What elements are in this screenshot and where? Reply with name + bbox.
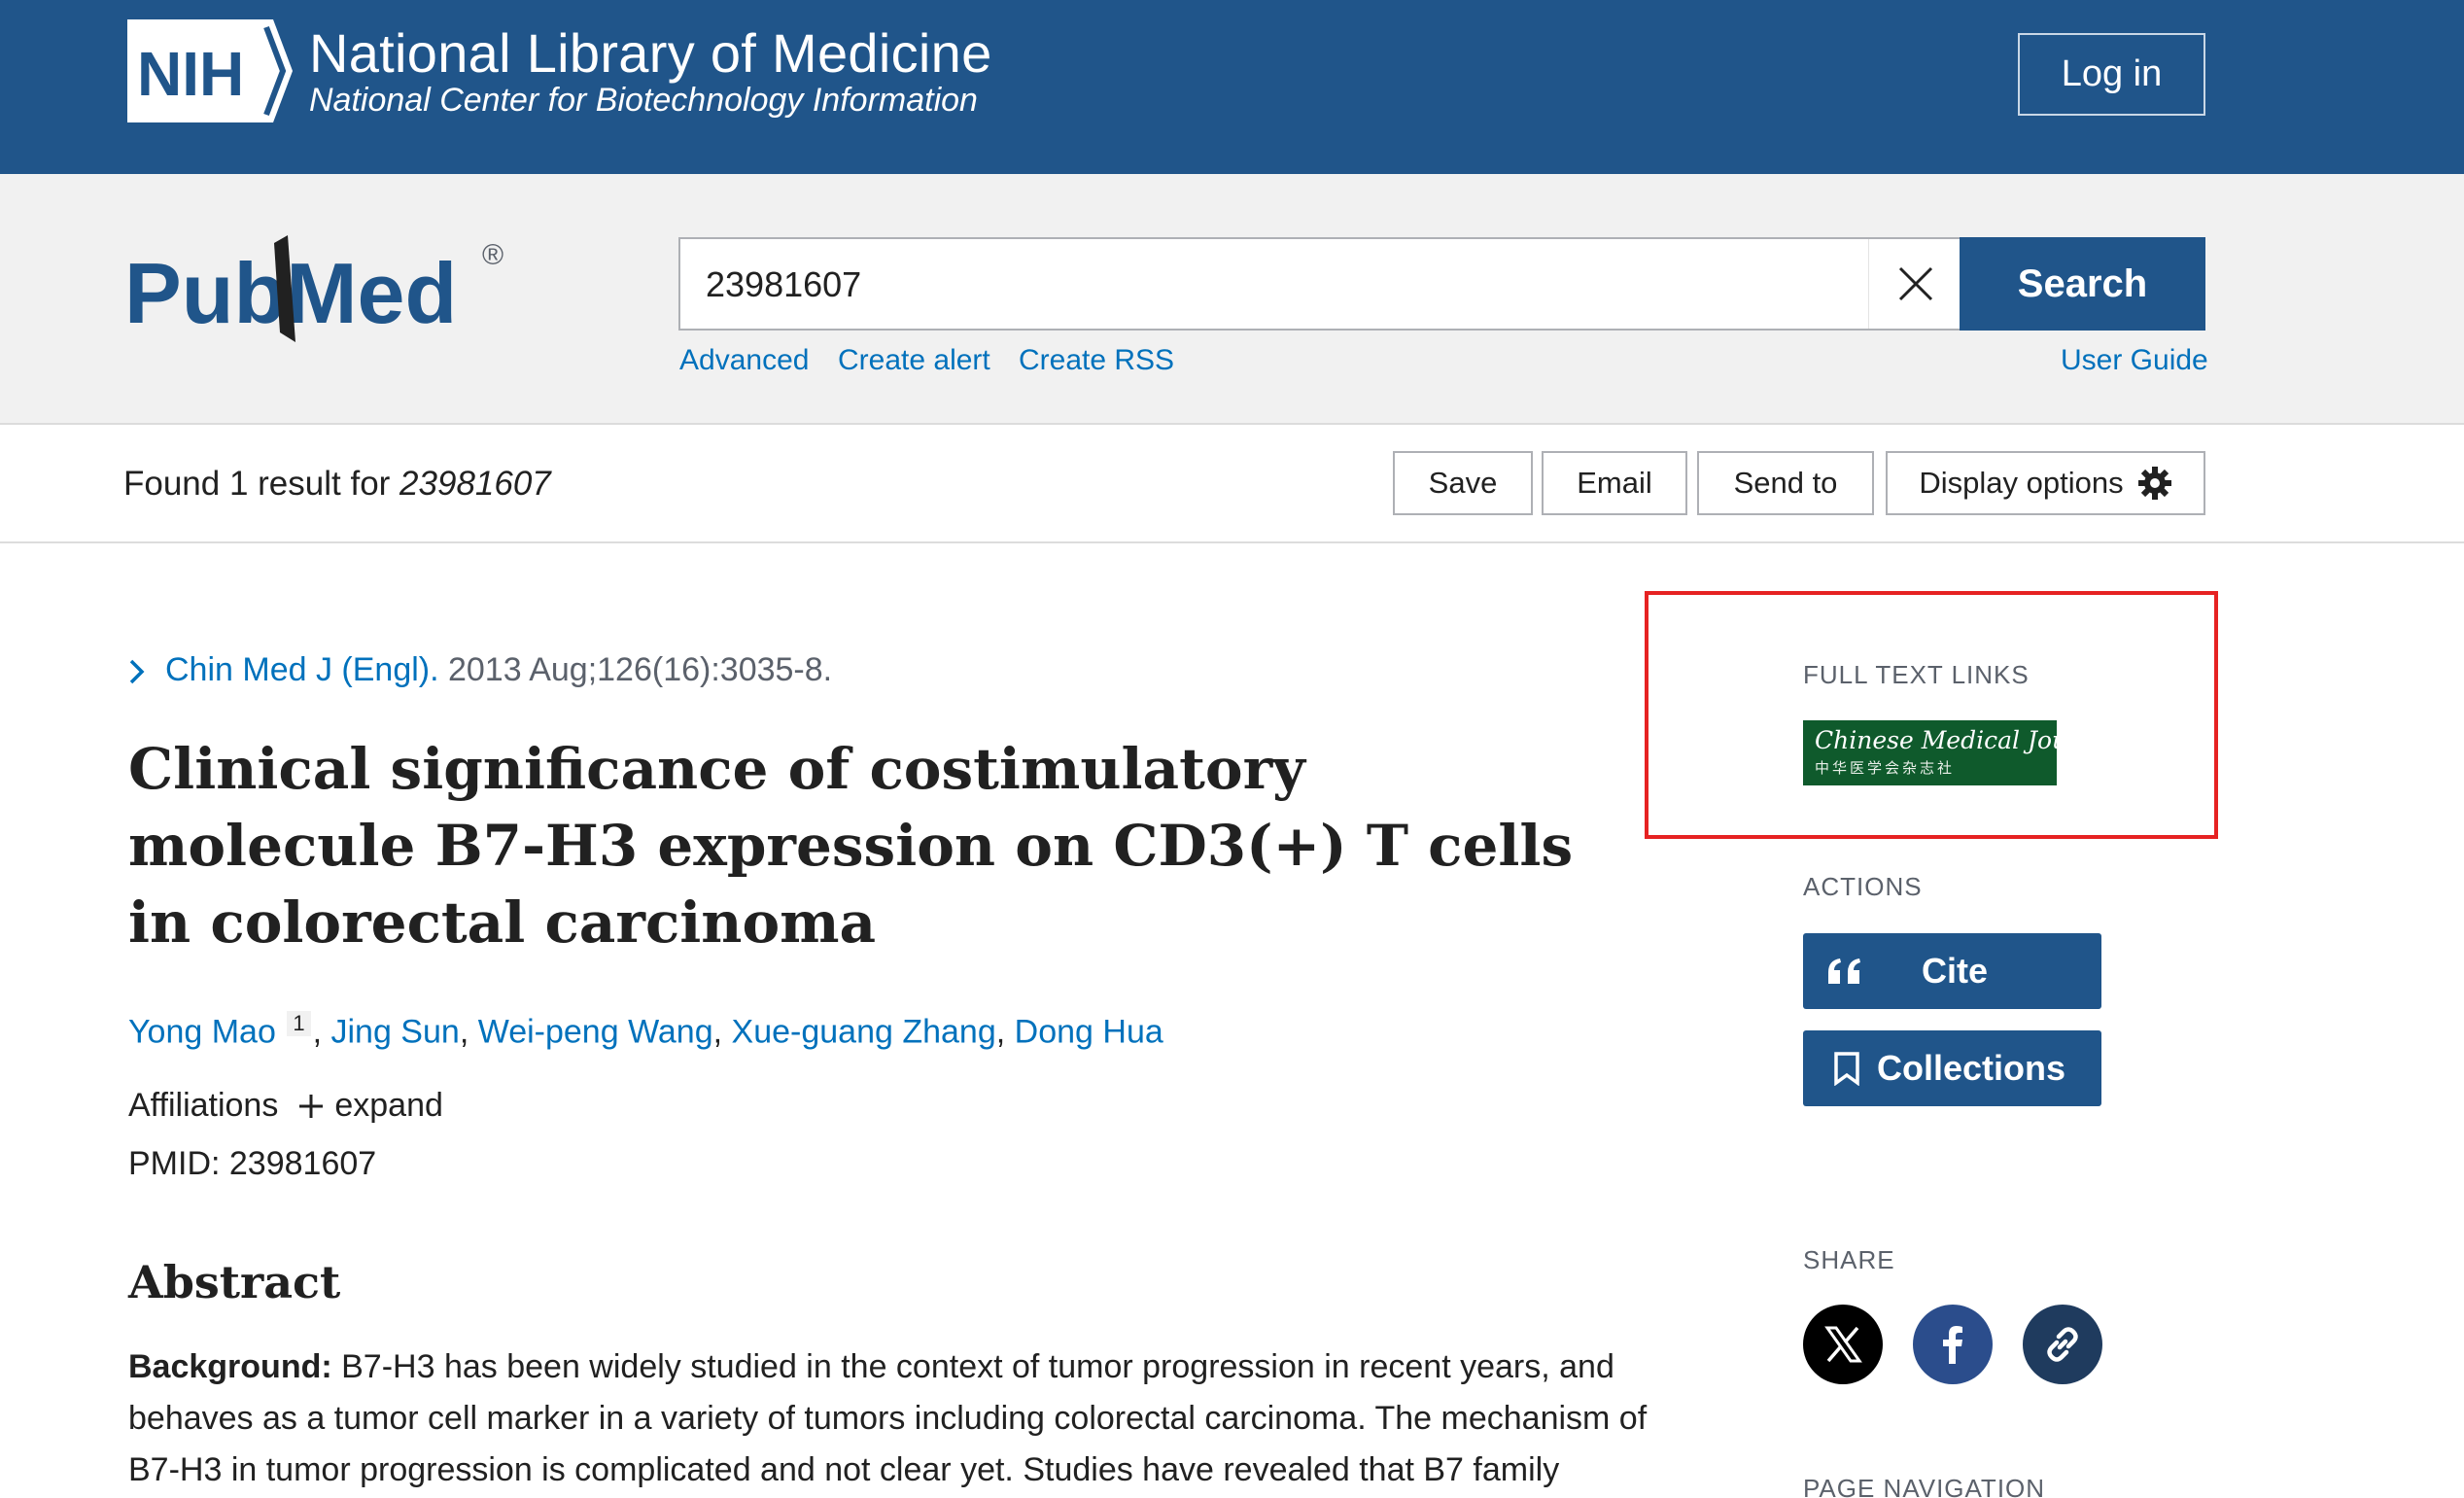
abstract-section-label: Background: (128, 1348, 332, 1385)
affiliation-marker[interactable]: 1 (287, 1011, 311, 1036)
cite-label: Cite (1922, 951, 1989, 991)
results-query: 23981607 (399, 465, 551, 503)
user-guide-link[interactable]: User Guide (2061, 344, 2208, 377)
collections-button[interactable]: Collections (1803, 1030, 2101, 1106)
display-options-label: Display options (1919, 466, 2124, 500)
create-rss-link[interactable]: Create RSS (1019, 344, 1174, 377)
display-options-button[interactable]: Display options (1886, 451, 2205, 515)
nih-banner: NIH National Library of Medicine Nationa… (0, 0, 2464, 174)
email-button[interactable]: Email (1542, 451, 1687, 515)
abstract-text: Background: B7-H3 has been widely studie… (128, 1341, 1664, 1496)
save-button[interactable]: Save (1393, 451, 1533, 515)
link-icon (2047, 1327, 2078, 1362)
search-box (678, 237, 1961, 331)
author-link[interactable]: Xue-guang Zhang (732, 1013, 996, 1050)
collections-label: Collections (1877, 1048, 2066, 1088)
pmid: PMID: 23981607 (128, 1145, 377, 1182)
abstract-heading: Abstract (128, 1256, 341, 1308)
gear-icon (2137, 467, 2171, 500)
search-button[interactable]: Search (1960, 237, 2205, 331)
nih-logo-text: NIH (137, 39, 244, 109)
author-link[interactable]: Yong Mao (128, 1013, 276, 1050)
page-navigation-label: PAGE NAVIGATION (1803, 1474, 2046, 1498)
send-to-button[interactable]: Send to (1697, 451, 1874, 515)
chevron-right-icon[interactable] (126, 657, 148, 686)
article-title: Clinical significance of costimulatory m… (128, 736, 1574, 956)
author-link[interactable]: Dong Hua (1015, 1013, 1163, 1050)
quote-icon (1828, 958, 1860, 984)
journal-link[interactable]: Chin Med J (Engl). (165, 651, 439, 688)
pubmed-logo[interactable]: PubMed ® (124, 226, 513, 362)
plus-icon (299, 1094, 324, 1118)
x-twitter-icon (1824, 1326, 1862, 1363)
nih-subtitle: National Center for Biotechnology Inform… (309, 82, 978, 119)
full-text-highlight-box (1645, 591, 2218, 839)
create-alert-link[interactable]: Create alert (838, 344, 990, 377)
share-label: SHARE (1803, 1245, 1895, 1274)
cmj-logo-title: Chinese Medical Journal (1815, 726, 2118, 754)
affiliations-label: Affiliations (128, 1087, 279, 1124)
actions-label: ACTIONS (1803, 872, 1923, 901)
expand-affiliations-button[interactable]: expand (297, 1087, 443, 1125)
login-button[interactable]: Log in (2018, 33, 2205, 116)
affiliations-row: Affiliations expand (128, 1087, 443, 1125)
full-text-links-label: FULL TEXT LINKS (1803, 660, 2030, 689)
email-button-label: Email (1577, 466, 1652, 500)
citation-details: 2013 Aug;126(16):3035-8. (438, 651, 833, 688)
advanced-link[interactable]: Advanced (679, 344, 809, 377)
share-permalink-button[interactable] (2023, 1305, 2102, 1384)
journal-citation: Chin Med J (Engl). 2013 Aug;126(16):3035… (165, 651, 832, 689)
results-prefix: Found 1 result for (123, 465, 400, 503)
authors-list: Yong Mao 1, Jing Sun, Wei-peng Wang, Xue… (128, 1011, 1163, 1051)
search-input[interactable] (706, 261, 1823, 309)
facebook-icon (1943, 1326, 1962, 1364)
clear-search-button[interactable] (1868, 239, 1961, 329)
svg-text:®: ® (482, 239, 503, 271)
chinese-medical-journal-link[interactable]: Chinese Medical Journal 中华医学会杂志社 (1803, 720, 2117, 785)
nih-logo[interactable]: NIH (127, 19, 293, 122)
send-to-button-label: Send to (1733, 466, 1838, 500)
results-count: Found 1 result for 23981607 (123, 465, 551, 504)
share-x-button[interactable] (1803, 1305, 1883, 1384)
save-button-label: Save (1428, 466, 1498, 500)
expand-label: expand (334, 1087, 443, 1124)
share-facebook-button[interactable] (1913, 1305, 1993, 1384)
bookmark-icon (1834, 1052, 1859, 1086)
nih-title[interactable]: National Library of Medicine (309, 21, 992, 85)
cite-button[interactable]: Cite (1803, 933, 2101, 1009)
close-icon (1898, 266, 1932, 301)
author-link[interactable]: Wei-peng Wang (478, 1013, 713, 1050)
author-link[interactable]: Jing Sun (330, 1013, 459, 1050)
cmj-logo-subtitle: 中华医学会杂志社 (1815, 760, 1956, 777)
abstract-body: B7-H3 has been widely studied in the con… (128, 1348, 1648, 1488)
